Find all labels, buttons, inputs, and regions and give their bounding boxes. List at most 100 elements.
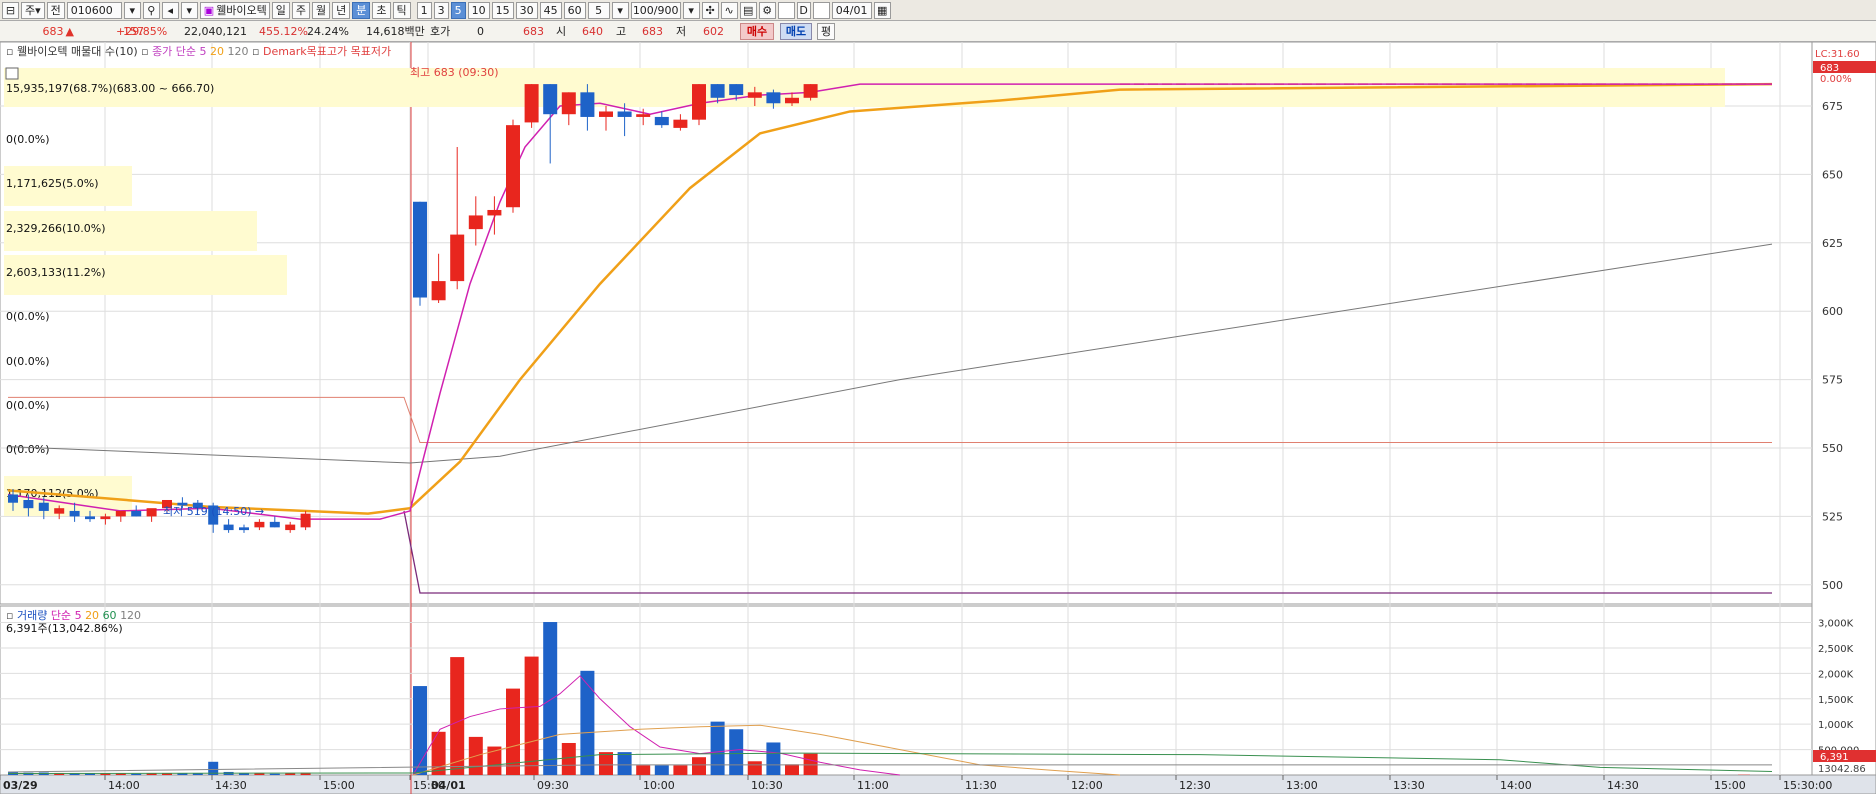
checkbox[interactable]: [777, 1, 795, 19]
period-tab[interactable]: 주: [291, 1, 311, 19]
y-tick-label: 600: [1822, 305, 1843, 318]
volume-profile-label: 0(0.0%): [6, 443, 50, 456]
save-icon[interactable]: ▤: [739, 1, 757, 19]
volume-bar: [506, 688, 520, 775]
volume-bar: [131, 773, 142, 775]
checkbox[interactable]: [812, 1, 830, 19]
legend-item: ▫: [138, 45, 152, 58]
candle: [617, 111, 632, 117]
stock-badge-icon: ▣: [203, 3, 215, 17]
volume-profile-label: 1,171,625(5.0%): [6, 177, 99, 190]
volume-bar: [654, 765, 669, 775]
period-tab[interactable]: 초: [372, 1, 391, 19]
candle: [23, 499, 34, 509]
volume-bar: [803, 753, 818, 775]
candle: [803, 84, 818, 98]
volume-bar: [269, 773, 280, 775]
window-menu-icon[interactable]: ⊟: [2, 1, 19, 19]
y-tick-label: 575: [1822, 374, 1843, 387]
period-tab[interactable]: 분: [352, 1, 371, 19]
interval-tab[interactable]: 5: [450, 1, 466, 19]
chevron-down-icon[interactable]: ▾: [123, 1, 141, 19]
buy-button[interactable]: 매수: [740, 22, 774, 40]
period-tab[interactable]: 월: [312, 1, 331, 19]
x-tick-label: 13:00: [1286, 779, 1318, 792]
volume-bar: [543, 622, 558, 775]
up-arrow-icon: ▲: [65, 24, 74, 38]
price-panel: [0, 42, 1813, 605]
chevron-down-icon[interactable]: ▾: [682, 1, 700, 19]
candle: [269, 521, 280, 528]
candle: [766, 92, 781, 104]
legend-item: 120: [120, 609, 141, 622]
legend-item: 거래량: [17, 609, 51, 622]
volume-y-tick: 3,000K: [1818, 619, 1854, 630]
x-tick-label: 10:30: [751, 779, 783, 792]
legend-item: ▫: [6, 45, 17, 58]
y-tick-label: 525: [1822, 510, 1843, 523]
speaker-icon[interactable]: ◂: [161, 1, 179, 19]
legend-item: 5: [75, 609, 86, 622]
low-label: 저: [676, 25, 687, 38]
turnover: 24.24%: [307, 24, 349, 38]
stock-code-input[interactable]: 010600: [66, 1, 122, 19]
x-tick-label: 11:00: [857, 779, 889, 792]
chart-line-icon[interactable]: ∿: [720, 1, 738, 19]
interval-tab[interactable]: 60: [563, 1, 586, 19]
y-tick-label: 650: [1822, 168, 1843, 181]
candle: [524, 84, 539, 123]
sell-button[interactable]: 매도: [780, 22, 812, 40]
candle: [450, 234, 465, 282]
volume-profile-label: 2,329,266(10.0%): [6, 222, 106, 235]
candle: [69, 510, 80, 517]
legend-item: ▫: [6, 609, 17, 622]
x-tick-label: 09:30: [537, 779, 569, 792]
volume-profile-label: 0(0.0%): [6, 310, 50, 323]
candle: [285, 524, 296, 531]
toolbar-top: ⊟ 주 ▾ 전 010600 ▾ ⚲ ◂ ▾ ▣ 웰바이오텍 일주월년분초틱 13…: [0, 0, 1876, 21]
y-tick-label: 550: [1822, 442, 1843, 455]
volume-profile-label: 0(0.0%): [6, 133, 50, 146]
volume-bar: [636, 765, 651, 775]
candle: [487, 209, 502, 216]
volume-y-tick: 1,500K: [1818, 695, 1854, 706]
interval-select[interactable]: 5: [587, 1, 610, 19]
legend-item: 20: [210, 45, 228, 58]
volume-bar: [580, 670, 595, 775]
x-axis: [0, 774, 1876, 794]
change-pct: +29.85%: [116, 24, 168, 38]
x-tick-label: 15:30:00: [1783, 779, 1832, 792]
period-tab[interactable]: 틱: [392, 1, 411, 19]
interval-tab[interactable]: 3: [433, 1, 449, 19]
interval-tab[interactable]: 15: [491, 1, 514, 19]
volume-bar: [413, 686, 427, 775]
period-tab[interactable]: 일: [271, 1, 290, 19]
chart-area[interactable]: 03/29 14:00 14:30 15:00 15:3004/01 09:30 10:00…: [0, 42, 1876, 794]
volume: 22,040,121: [184, 24, 247, 38]
calendar-icon[interactable]: ▦: [873, 1, 891, 19]
gear-icon[interactable]: ⚙: [758, 1, 776, 19]
market-select[interactable]: 주 ▾: [21, 1, 45, 19]
candle: [300, 513, 311, 528]
date-field[interactable]: 04/01: [831, 1, 872, 19]
x-tick-label: 14:30: [215, 779, 247, 792]
legend-item: 5: [200, 45, 211, 58]
interval-tab[interactable]: 45: [539, 1, 562, 19]
search-icon[interactable]: ⚲: [142, 1, 160, 19]
chevron-down-icon[interactable]: ▾: [611, 1, 629, 19]
interval-tab[interactable]: 30: [515, 1, 538, 19]
eval-button[interactable]: 평: [817, 22, 835, 40]
volume-bar: [785, 764, 799, 775]
scope-button[interactable]: 전: [46, 1, 65, 19]
interval-tab[interactable]: 1: [416, 1, 432, 19]
candle: [710, 84, 725, 98]
candle: [673, 119, 688, 128]
x-tick-label: 13:30: [1393, 779, 1425, 792]
cursor-icon[interactable]: ✣: [701, 1, 719, 19]
interval-tab[interactable]: 10: [467, 1, 490, 19]
chevron-down-icon[interactable]: ▾: [180, 1, 198, 19]
count-field[interactable]: 100/900: [630, 1, 681, 19]
stock-name-field[interactable]: ▣ 웰바이오텍: [199, 1, 270, 19]
period-tab[interactable]: 년: [332, 1, 351, 19]
candle: [146, 508, 157, 517]
